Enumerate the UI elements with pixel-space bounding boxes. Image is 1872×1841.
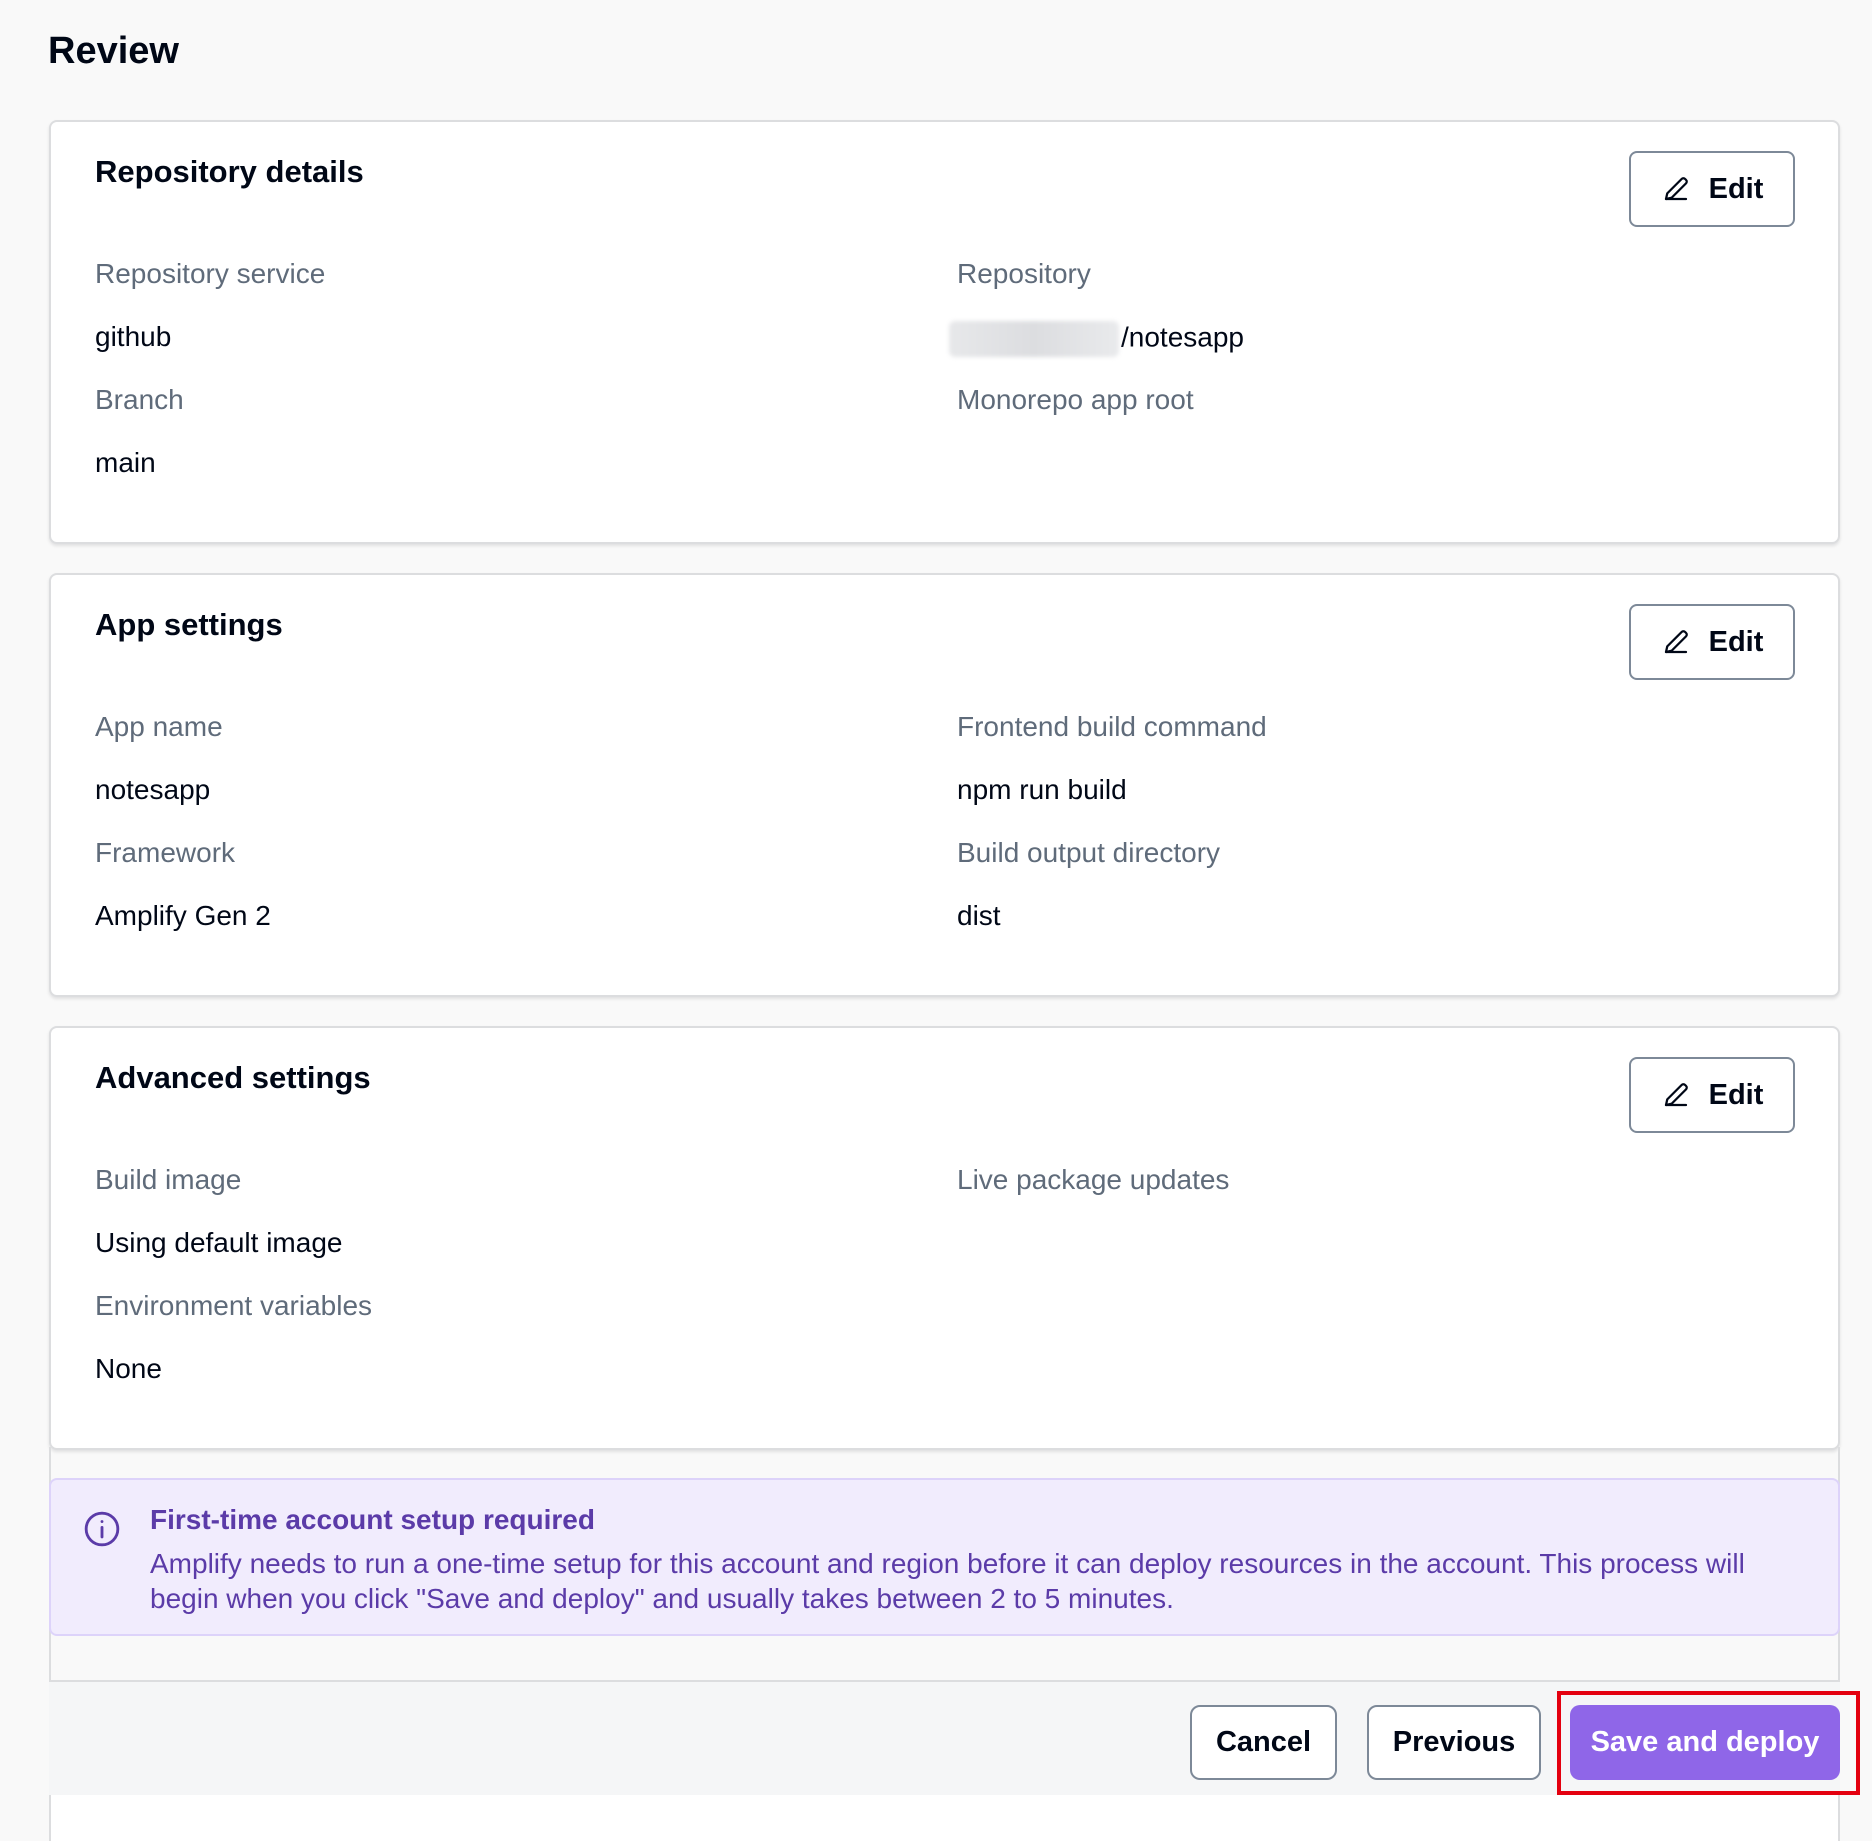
edit-repository-button[interactable]: Edit [1629,151,1795,227]
review-page: Review Repository details Edit Repositor… [0,0,1872,1841]
framework-value: Amplify Gen 2 [95,900,271,931]
app-settings-card: App settings Edit App name notesapp Fram… [49,573,1840,997]
card-title: Advanced settings [95,1060,371,1095]
build-image-value: Using default image [95,1227,343,1258]
repository-service-value: github [95,321,172,352]
repository-value: /notesapp [949,321,1244,357]
card-title: App settings [95,607,283,642]
edit-app-settings-button[interactable]: Edit [1629,604,1795,680]
card-title: Repository details [95,154,364,189]
environment-variables-label: Environment variables [95,1290,373,1321]
framework-label: Framework [95,837,236,868]
build-command-label: Frontend build command [957,711,1267,742]
advanced-settings-card: Advanced settings Edit Build image Using… [49,1026,1840,1450]
environment-variables-value: None [95,1353,162,1384]
app-name-value: notesapp [95,774,211,805]
edit-label: Edit [1708,172,1764,205]
build-image-label: Build image [95,1164,242,1195]
panel-bottom [49,1795,1840,1841]
monorepo-app-root-label: Monorepo app root [957,384,1194,415]
live-package-updates-label: Live package updates [957,1164,1230,1195]
info-alert: First-time account setup required Amplif… [49,1478,1840,1636]
redacted-owner [949,321,1119,357]
pencil-icon [1664,1083,1688,1107]
branch-value: main [95,447,156,478]
repository-label: Repository [957,258,1091,289]
save-and-deploy-button[interactable]: Save and deploy [1570,1705,1840,1780]
cancel-button[interactable]: Cancel [1190,1705,1337,1780]
pencil-icon [1664,630,1688,654]
alert-title: First-time account setup required [150,1504,595,1535]
previous-button[interactable]: Previous [1367,1705,1541,1780]
pencil-icon [1664,177,1688,201]
build-output-directory-label: Build output directory [957,837,1221,868]
repository-service-label: Repository service [95,258,326,289]
edit-label: Edit [1708,625,1764,658]
build-output-directory-value: dist [957,900,1001,931]
build-command-value: npm run build [957,774,1127,805]
branch-label: Branch [95,384,184,415]
page-title: Review [48,30,179,72]
info-icon [84,1511,120,1547]
repository-name: /notesapp [1121,321,1244,353]
repository-details-card: Repository details Edit Repository servi… [49,120,1840,544]
edit-label: Edit [1708,1078,1764,1111]
app-name-label: App name [95,711,223,742]
edit-advanced-settings-button[interactable]: Edit [1629,1057,1795,1133]
alert-body: Amplify needs to run a one-time setup fo… [150,1548,1745,1614]
